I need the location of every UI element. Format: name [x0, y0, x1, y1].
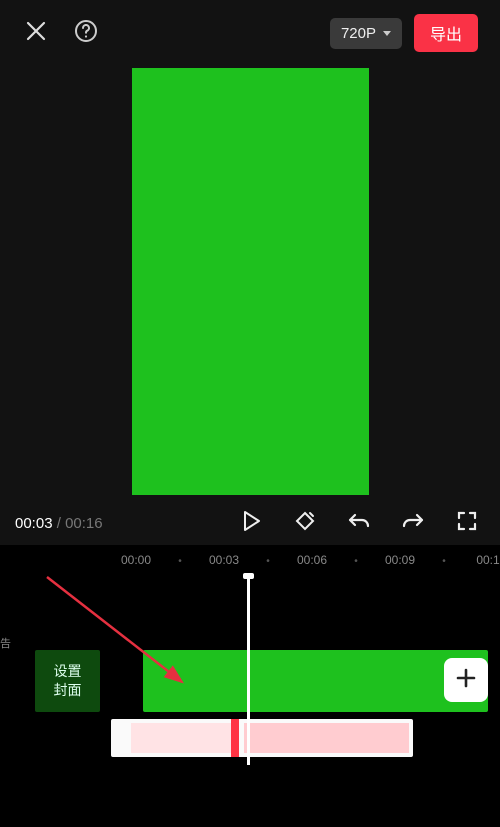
quality-selector[interactable]: 720P [330, 18, 402, 49]
timeline-ruler: 00:00 • 00:03 • 00:06 • 00:09 • 00:1 [0, 553, 500, 575]
export-label: 导出 [430, 27, 462, 44]
keyframe-button[interactable] [293, 511, 317, 535]
ruler-tick: 00:09 [385, 553, 415, 567]
keyframe-icon [293, 509, 317, 538]
plus-icon [455, 664, 477, 696]
ruler-dot: • [442, 556, 446, 567]
ruler-tick: 00:00 [121, 553, 151, 567]
close-button[interactable] [22, 19, 50, 47]
timeline[interactable]: 00:00 • 00:03 • 00:06 • 00:09 • 00:1 设置 … [0, 545, 500, 827]
total-time: 00:16 [65, 515, 103, 532]
time-display: 00:03 / 00:16 [15, 515, 103, 532]
side-label: 告 [0, 635, 11, 651]
audio-clip[interactable] [111, 719, 413, 757]
export-button[interactable]: 导出 [414, 14, 478, 52]
redo-button[interactable] [401, 511, 425, 535]
audio-segment [131, 723, 231, 753]
current-time: 00:03 [15, 515, 53, 532]
playhead[interactable] [247, 575, 250, 765]
fullscreen-icon [456, 510, 478, 537]
add-clip-button[interactable] [444, 658, 488, 702]
close-icon [25, 20, 47, 47]
ruler-tick: 00:06 [297, 553, 327, 567]
play-button[interactable] [239, 511, 263, 535]
audio-marker [231, 719, 239, 757]
undo-icon [347, 510, 371, 537]
redo-icon [401, 510, 425, 537]
ruler-dot: • [266, 556, 270, 567]
set-cover-label: 设置 封面 [54, 662, 82, 700]
set-cover-button[interactable]: 设置 封面 [35, 650, 100, 712]
ruler-tick: 00:1 [476, 553, 499, 567]
video-clip[interactable] [143, 650, 488, 712]
audio-segment [244, 723, 409, 753]
quality-label: 720P [341, 25, 376, 42]
ruler-dot: • [354, 556, 358, 567]
play-icon [241, 510, 261, 537]
help-icon [74, 19, 98, 48]
undo-button[interactable] [347, 511, 371, 535]
ruler-dot: • [178, 556, 182, 567]
ruler-tick: 00:03 [209, 553, 239, 567]
video-preview[interactable] [132, 68, 369, 495]
preview-area [0, 66, 500, 505]
fullscreen-button[interactable] [455, 511, 479, 535]
chevron-down-icon [383, 31, 391, 36]
help-button[interactable] [72, 19, 100, 47]
